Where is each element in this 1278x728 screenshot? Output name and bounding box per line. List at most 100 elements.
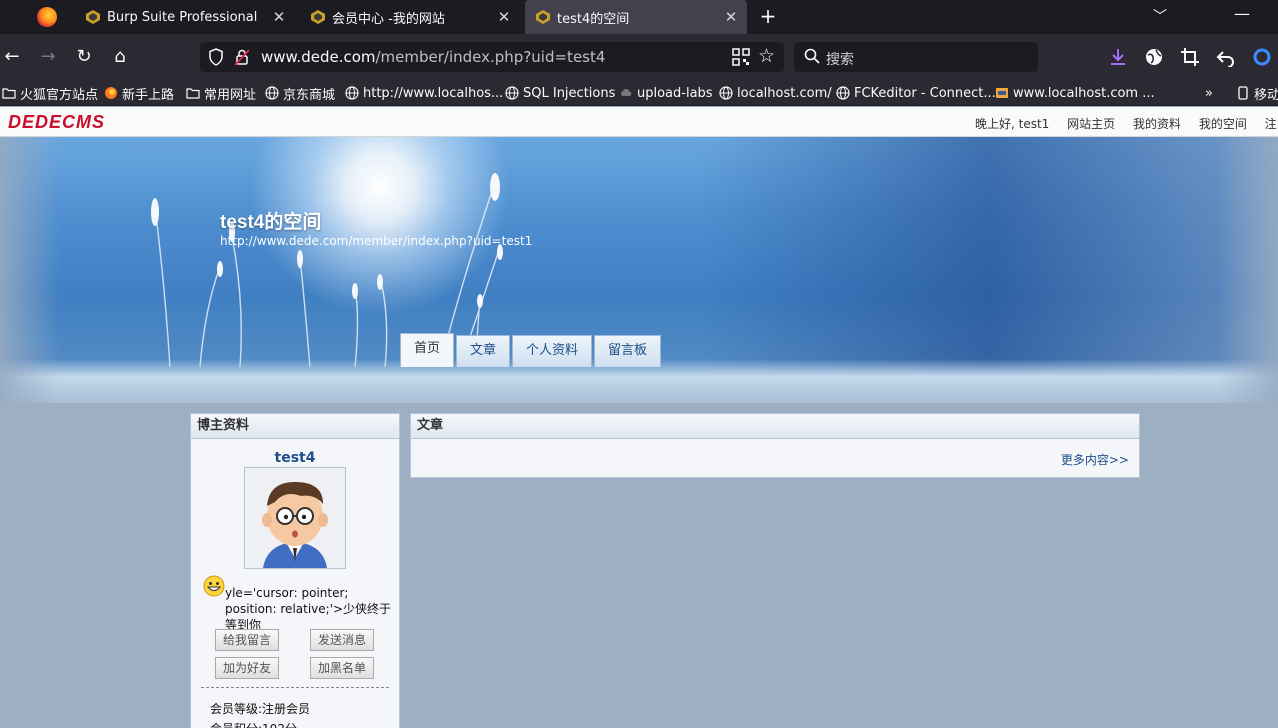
tab-close-icon[interactable]: ✕ <box>723 9 739 25</box>
home-button[interactable]: ⌂ <box>108 45 132 69</box>
undo-arrow-icon[interactable] <box>1216 47 1236 68</box>
tab-close-icon[interactable]: ✕ <box>271 9 287 25</box>
bookmark-item[interactable]: upload-labs <box>619 84 713 102</box>
navigation-toolbar: ← → ↻ ⌂ www.dede.com/member/index.php?ui… <box>0 34 1278 80</box>
add-blacklist-button[interactable]: 加黑名单 <box>310 657 374 679</box>
tab-articles[interactable]: 文章 <box>456 335 511 367</box>
back-button[interactable]: ← <box>0 45 24 69</box>
tab-burp[interactable]: Burp Suite Professional ✕ <box>75 0 295 34</box>
more-bookmarks-chevron-icon[interactable]: » <box>1205 84 1213 102</box>
bookmark-item[interactable]: 新手上路 <box>104 84 175 103</box>
bookmark-item[interactable]: localhost.com/ <box>719 84 832 102</box>
tab-close-icon[interactable]: ✕ <box>496 9 512 25</box>
bookmark-label: www.localhost.com ... <box>1013 85 1155 101</box>
bookmark-label: http://www.localhos... <box>363 85 504 101</box>
link-site-home[interactable]: 网站主页 <box>1067 117 1115 131</box>
search-bar[interactable]: 搜索 <box>794 42 1038 72</box>
site-favicon-icon <box>310 9 326 25</box>
leave-message-button[interactable]: 给我留言 <box>215 629 279 651</box>
member-level: 会员等级:注册会员 <box>210 702 311 716</box>
bookmark-label: 移动 <box>1254 87 1278 103</box>
insecure-lock-icon[interactable] <box>234 48 250 66</box>
extension-ring-icon[interactable] <box>1252 47 1272 67</box>
bookmark-item[interactable]: 常用网址 <box>186 84 257 103</box>
firefox-menu-icon[interactable] <box>37 7 57 27</box>
bookmark-label: 新手上路 <box>122 87 175 103</box>
bookmark-item[interactable]: www.localhost.com ... <box>995 84 1155 102</box>
top-links: 晚上好, test1 网站主页 我的资料 我的空间 注 <box>975 115 1278 132</box>
bookmark-label: upload-labs <box>637 85 713 101</box>
grin-smiley-icon <box>203 575 225 597</box>
bookmark-label: 京东商城 <box>283 87 336 103</box>
tab-label: 会员中心 -我的网站 <box>332 11 445 27</box>
forward-button[interactable]: → <box>36 45 60 69</box>
url-host: www.dede.com <box>261 48 376 66</box>
proxy-globe-icon[interactable] <box>1144 47 1164 67</box>
dedecms-logo[interactable]: DEDECMS <box>8 112 105 133</box>
search-icon <box>804 48 820 64</box>
member-points: 会员积分:102分 <box>210 720 297 728</box>
new-tab-button[interactable]: + <box>756 5 780 29</box>
bookmark-label: FCKeditor - Connect... <box>854 85 996 101</box>
globe-icon <box>345 86 359 100</box>
link-my-profile[interactable]: 我的资料 <box>1133 117 1181 131</box>
tab-test4-space[interactable]: test4的空间 ✕ <box>525 0 747 34</box>
bookmark-item[interactable]: http://www.localhos... <box>345 84 503 102</box>
reload-button[interactable]: ↻ <box>72 45 96 69</box>
tab-strip: Burp Suite Professional ✕ 会员中心 -我的网站 ✕ t… <box>0 0 1278 34</box>
articles-panel: 文章 更多内容>> <box>410 413 1140 478</box>
tab-label: Burp Suite Professional <box>107 9 258 25</box>
divider <box>201 687 389 688</box>
bookmark-item[interactable]: 火狐官方站点 <box>2 84 99 103</box>
screenshot-crop-icon[interactable] <box>1180 47 1200 67</box>
bookmark-item[interactable]: 移动 <box>1236 84 1278 103</box>
link-register[interactable]: 注 <box>1265 117 1277 131</box>
articles-heading: 文章 <box>411 414 1139 439</box>
burp-favicon-icon <box>85 9 101 25</box>
search-placeholder: 搜索 <box>826 52 854 68</box>
avatar[interactable] <box>244 467 346 569</box>
space-banner: test4的空间 http://www.dede.com/member/inde… <box>0 137 1278 403</box>
list-tabs-chevron-icon[interactable]: ﹀ <box>1150 6 1170 26</box>
cloud-icon <box>619 86 633 100</box>
tab-home[interactable]: 首页 <box>400 333 455 367</box>
bookmarks-toolbar: 火狐官方站点 新手上路 常用网址 京东商城 http://www.localho… <box>0 80 1278 106</box>
profile-heading: 博主资料 <box>191 414 399 439</box>
tab-label: test4的空间 <box>557 11 630 27</box>
phpmyadmin-icon <box>995 86 1009 100</box>
bookmark-item[interactable]: FCKeditor - Connect... <box>836 84 996 102</box>
profile-username[interactable]: test4 <box>191 450 399 466</box>
qr-code-icon[interactable] <box>732 48 750 66</box>
tab-member-center[interactable]: 会员中心 -我的网站 ✕ <box>300 0 520 34</box>
bookmark-label: 常用网址 <box>204 87 257 103</box>
downloads-icon[interactable] <box>1108 47 1128 67</box>
space-url[interactable]: http://www.dede.com/member/index.php?uid… <box>220 234 532 248</box>
globe-icon <box>265 86 279 100</box>
globe-icon <box>836 86 850 100</box>
send-message-button[interactable]: 发送消息 <box>310 629 374 651</box>
tab-guestbook[interactable]: 留言板 <box>594 335 662 367</box>
avatar-cartoon-icon <box>245 468 345 568</box>
greeting-text: 晚上好, test1 <box>975 117 1050 131</box>
bookmark-label: 火狐官方站点 <box>20 87 99 103</box>
globe-icon <box>505 86 519 100</box>
globe-icon <box>719 86 733 100</box>
link-my-space[interactable]: 我的空间 <box>1199 117 1247 131</box>
bookmark-item[interactable]: 京东商城 <box>265 84 336 103</box>
bookmark-label: localhost.com/ <box>737 85 832 101</box>
folder-icon <box>186 86 200 100</box>
more-content-link[interactable]: 更多内容>> <box>1061 451 1129 468</box>
add-friend-button[interactable]: 加为好友 <box>215 657 279 679</box>
bookmark-item[interactable]: SQL Injections <box>505 84 615 102</box>
profile-signature: yle='cursor: pointer; position: relative… <box>225 586 392 632</box>
address-bar[interactable]: www.dede.com/member/index.php?uid=test4 … <box>200 42 784 72</box>
tab-profile[interactable]: 个人资料 <box>512 335 593 367</box>
tracking-protection-shield-icon[interactable] <box>208 48 224 66</box>
site-favicon-icon <box>535 9 551 25</box>
url-path: /member/index.php?uid=test4 <box>375 48 606 66</box>
mobile-icon <box>1236 86 1250 100</box>
url-text[interactable]: www.dede.com/member/index.php?uid=test4 <box>261 48 605 66</box>
bookmark-label: SQL Injections <box>523 85 616 101</box>
minimize-window-button[interactable]: — <box>1234 4 1250 23</box>
bookmark-star-icon[interactable]: ☆ <box>758 45 775 67</box>
